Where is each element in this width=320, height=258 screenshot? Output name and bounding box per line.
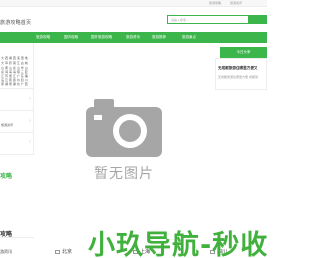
section-title-strategy: 攻略 (0, 173, 13, 180)
headline-desc: 无成都旅游住哪里方便 成都旅 (218, 75, 258, 79)
watermark-text: 小玖导航-秒收 (88, 230, 269, 258)
top-link-news[interactable]: 旅游资讯 (230, 1, 242, 5)
category-sidebar: 大 西 湖 西 溪 湿 地 大 草 原 丽 江 古 城 山 黄 山 泰 山 华 … (0, 43, 34, 155)
sidebar-line[interactable]: 大 西 湖 西 溪 湿 地 (1, 56, 28, 60)
headlines-title[interactable]: 今日头条 (220, 47, 267, 58)
search-input[interactable]: 请输入搜索... (167, 15, 249, 24)
news-label[interactable]: 游资讯 (0, 249, 12, 255)
chevron-right-icon: › (29, 139, 31, 145)
nav-item-6[interactable]: 旅游景点 (182, 35, 196, 40)
sidebar-block-destinations: 大 西 湖 西 溪 湿 地 大 草 原 丽 江 古 城 山 黄 山 泰 山 华 … (0, 43, 34, 89)
hero-banner[interactable]: 暂无图片 (37, 47, 211, 229)
chevron-right-icon: › (29, 118, 31, 124)
headlines-box (215, 58, 267, 90)
sidebar-line[interactable]: 家 湖 南 湖 北 广 西 (1, 82, 28, 86)
sidebar-line[interactable]: 大 草 原 丽 江 古 城 (1, 61, 28, 65)
sidebar-line[interactable]: 旅游资讯 (1, 123, 13, 127)
top-bar: 旅游攻略 旅游资讯 (0, 0, 267, 7)
nav-item-3[interactable]: 国外旅游攻略 (91, 35, 112, 40)
city-label: 北京 (62, 249, 73, 255)
sidebar-block-2[interactable]: › (0, 89, 34, 111)
image-icon (55, 249, 60, 254)
city-tab-beijing[interactable]: 北京 (55, 248, 72, 255)
image-placeholder-icon (86, 99, 162, 157)
nav-item-4[interactable]: 旅游资讯 (126, 35, 140, 40)
no-image-text: 暂无图片 (94, 166, 154, 182)
nav-item-2[interactable]: 国内攻略 (64, 35, 78, 40)
search-button[interactable] (249, 15, 267, 24)
top-link-strategy[interactable]: 旅游攻略 (209, 1, 221, 5)
chevron-right-icon: › (29, 96, 31, 102)
main-nav: 旅游攻略 国内攻略 国外旅游攻略 旅游资讯 旅游推荐 旅游景点 (0, 32, 267, 43)
headline-link[interactable]: 无成都旅游住哪里方便又 (218, 66, 258, 71)
nav-item-1[interactable]: 旅游攻略 (36, 35, 50, 40)
nav-item-5[interactable]: 旅游推荐 (152, 35, 166, 40)
sidebar-block-4[interactable]: › (0, 133, 34, 155)
section-divider (0, 237, 34, 238)
site-logo-text[interactable]: 旅游攻略首页 (0, 19, 31, 26)
sidebar-block-3[interactable]: 旅游资讯 › (0, 111, 34, 133)
